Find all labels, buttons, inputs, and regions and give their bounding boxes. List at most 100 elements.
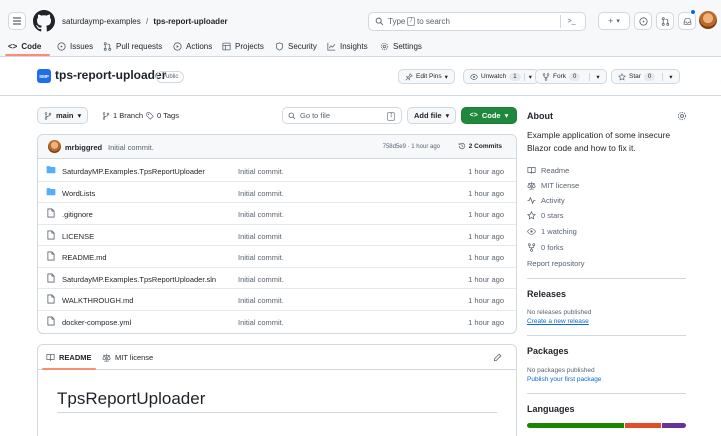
branch-selector[interactable]: main ▾ xyxy=(37,107,89,124)
watching-link-label: 1 watching xyxy=(541,227,577,236)
user-avatar[interactable] xyxy=(699,11,717,29)
forks-link[interactable]: 0 forks xyxy=(527,243,564,252)
file-commit-message[interactable]: Initial commit. xyxy=(238,296,284,305)
repo-avatar: SMP xyxy=(37,69,51,83)
file-name[interactable]: WordLists xyxy=(62,189,95,198)
menu-button[interactable] xyxy=(8,12,26,30)
file-name[interactable]: LICENSE xyxy=(62,232,94,241)
eye-icon xyxy=(470,73,478,80)
tab-pull-requests[interactable]: Pull requests xyxy=(103,42,162,51)
file-name[interactable]: docker-compose.yml xyxy=(62,318,131,327)
file-name[interactable]: README.md xyxy=(62,253,107,262)
tab-settings[interactable]: Settings xyxy=(380,42,422,51)
file-icon xyxy=(47,273,55,282)
tag-icon xyxy=(146,111,154,120)
activity-link[interactable]: Activity xyxy=(527,196,565,205)
commit-hash-time[interactable]: 758d5e9 · 1 hour ago xyxy=(383,144,440,150)
issue-circle-icon xyxy=(638,16,648,26)
readme-tab[interactable]: README xyxy=(46,353,92,362)
file-commit-date: 1 hour ago xyxy=(468,296,504,305)
file-name[interactable]: WALKTHROUGH.md xyxy=(62,296,133,305)
file-commit-message[interactable]: Initial commit. xyxy=(238,318,284,327)
file-type-icon xyxy=(46,273,56,283)
code-icon: <> xyxy=(8,42,18,51)
pull-requests-button[interactable] xyxy=(656,12,674,30)
create-release-link[interactable]: Create a new release xyxy=(527,318,589,325)
repo-title[interactable]: tps-report-uploader xyxy=(55,68,166,82)
tab-actions[interactable]: Actions xyxy=(173,42,212,51)
file-type-icon xyxy=(46,230,56,240)
tab-code-label: Code xyxy=(21,42,42,51)
unwatch-button[interactable]: Unwatch 1 ▾ xyxy=(463,69,539,84)
latest-commit-bar: mrbiggred Initial commit. 758d5e9 · 1 ho… xyxy=(38,135,516,159)
file-row[interactable]: .gitignore Initial commit. 1 hour ago xyxy=(38,203,516,225)
file-commit-date: 1 hour ago xyxy=(468,317,504,327)
commits-count: 2 Commits xyxy=(468,142,502,150)
license-tab[interactable]: MIT license xyxy=(102,353,153,362)
sidebar-divider xyxy=(527,278,686,279)
file-row[interactable]: SaturdayMP.Examples.TpsReportUploader.sl… xyxy=(38,268,516,289)
branches-link[interactable]: 1 Branch xyxy=(102,111,143,120)
code-button[interactable]: <> Code ▾ xyxy=(461,107,517,124)
gear-icon[interactable] xyxy=(677,111,687,121)
tags-link[interactable]: 0 Tags xyxy=(146,111,179,120)
branch-icon xyxy=(102,111,110,120)
tab-projects-label: Projects xyxy=(235,42,264,51)
watching-link[interactable]: 1 watching xyxy=(527,227,577,236)
file-name[interactable]: SaturdayMP.Examples.TpsReportUploader.sl… xyxy=(62,275,216,284)
report-repository-link[interactable]: Report repository xyxy=(527,259,585,268)
file-commit-message[interactable]: Initial commit xyxy=(238,232,282,241)
search-input[interactable]: Type / to search >_ xyxy=(368,12,586,31)
law-icon xyxy=(527,181,536,190)
chevron-down-icon: ▾ xyxy=(616,18,620,25)
command-palette-button[interactable]: >_ xyxy=(560,15,582,28)
chevron-down-icon: ▾ xyxy=(77,111,82,120)
packages-title[interactable]: Packages xyxy=(527,346,569,356)
tab-insights[interactable]: Insights xyxy=(327,42,368,51)
file-name[interactable]: SaturdayMP.Examples.TpsReportUploader xyxy=(62,167,205,176)
fork-button[interactable]: Fork 0 ▾ xyxy=(535,69,607,84)
author-avatar[interactable] xyxy=(48,140,61,153)
tab-code[interactable]: <> Code xyxy=(8,42,41,51)
pencil-icon[interactable] xyxy=(493,353,502,362)
file-row[interactable]: docker-compose.yml Initial commit. 1 hour … xyxy=(38,311,516,333)
file-row[interactable]: README.md Initial commit. 1 hour ago xyxy=(38,246,516,268)
file-row[interactable]: SaturdayMP.Examples.TpsReportUploader Ini… xyxy=(38,160,516,182)
commit-author[interactable]: mrbiggred xyxy=(65,143,102,152)
tab-projects[interactable]: Projects xyxy=(222,42,264,51)
add-file-button[interactable]: Add file ▾ xyxy=(407,107,457,124)
breadcrumb-owner[interactable]: saturdaymp-examples xyxy=(62,17,141,26)
edit-pins-label: Edit Pins xyxy=(416,73,442,80)
issues-button[interactable] xyxy=(634,12,652,30)
file-commit-message[interactable]: Initial commit. xyxy=(238,189,284,198)
tab-security[interactable]: Security xyxy=(275,42,317,51)
file-row[interactable]: WALKTHROUGH.md Initial commit. 1 hour ago xyxy=(38,289,516,311)
publish-package-link[interactable]: Publish your first package xyxy=(527,376,601,383)
table-icon xyxy=(222,42,231,51)
star-button[interactable]: Star 0 ▾ xyxy=(611,69,680,84)
create-new-button[interactable]: + ▾ xyxy=(598,12,630,30)
breadcrumb-repo[interactable]: tps-report-uploader xyxy=(153,17,227,26)
chevron-down-icon: ▾ xyxy=(523,72,532,81)
stars-link[interactable]: 0 stars xyxy=(527,211,564,220)
go-to-file-input[interactable]: Go to file t xyxy=(282,107,402,124)
tab-issues[interactable]: Issues xyxy=(57,42,93,51)
commits-link[interactable]: 2 Commits xyxy=(458,142,502,150)
releases-title[interactable]: Releases xyxy=(527,289,566,299)
readme-link[interactable]: Readme xyxy=(527,166,569,175)
commit-message[interactable]: Initial commit. xyxy=(108,143,154,152)
file-name[interactable]: .gitignore xyxy=(62,210,93,219)
file-commit-message[interactable]: Initial commit. xyxy=(238,167,284,176)
file-commit-message[interactable]: Initial commit. xyxy=(238,275,284,284)
file-type-icon xyxy=(46,208,56,218)
file-row[interactable]: LICENSE Initial commit 1 hour ago xyxy=(38,225,516,246)
file-row[interactable]: WordLists Initial commit. 1 hour ago xyxy=(38,182,516,203)
edit-pins-button[interactable]: Edit Pins ▾ xyxy=(398,69,455,84)
branch-icon xyxy=(44,111,52,120)
file-commit-message[interactable]: Initial commit. xyxy=(238,210,284,219)
chevron-down-icon: ▾ xyxy=(589,72,600,81)
license-link[interactable]: MIT license xyxy=(527,181,579,190)
file-commit-message[interactable]: Initial commit. xyxy=(238,253,284,262)
folder-icon xyxy=(46,166,56,174)
github-logo-icon[interactable] xyxy=(33,10,55,32)
